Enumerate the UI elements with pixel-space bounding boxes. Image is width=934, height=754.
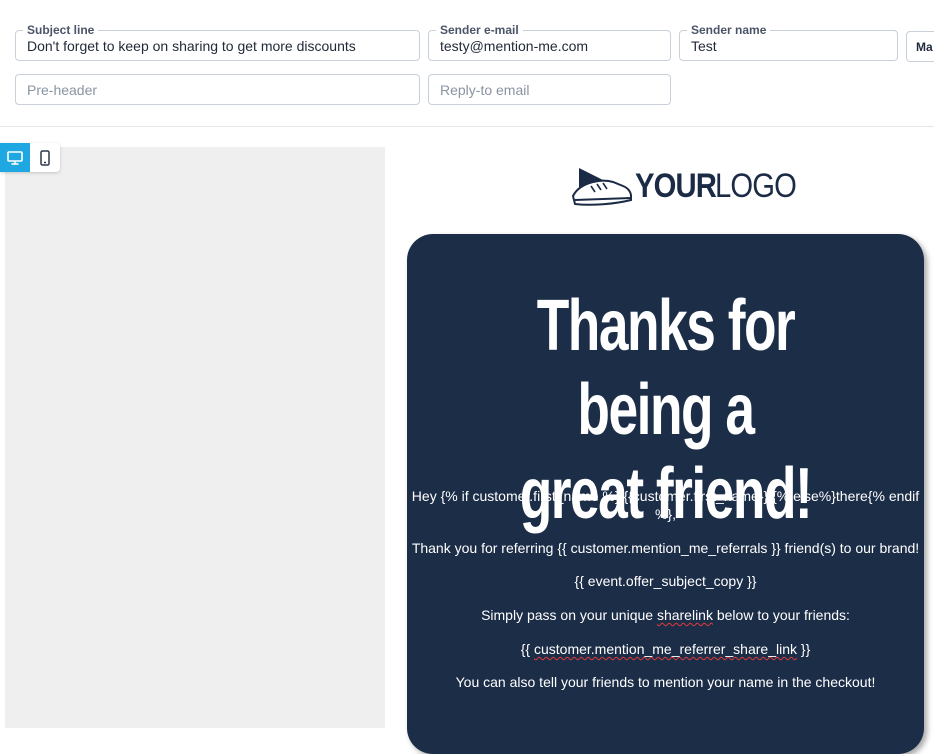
referral-line: Thank you for referring {{ customer.ment… (411, 540, 920, 556)
offer-line: {{ event.offer_subject_copy }} (574, 573, 757, 589)
brand-logo: YOUR LOGO (571, 160, 809, 212)
share-word: sharelink (656, 607, 713, 623)
desktop-view-button[interactable] (0, 143, 30, 172)
preheader-field[interactable]: Pre-header (15, 74, 420, 105)
sender-name-value[interactable]: Test (691, 38, 717, 54)
device-toggle (0, 143, 60, 172)
sender-email-label: Sender e-mail (436, 23, 523, 37)
checkout-line: You can also tell your friends to mentio… (455, 674, 876, 690)
logo-text-bold: YOUR (635, 166, 717, 205)
editor-canvas-panel (5, 147, 385, 728)
desktop-icon (7, 150, 23, 165)
link-word: customer.mention_me_referrer_share_link (533, 641, 797, 657)
sender-email-value[interactable]: testy@mention-me.com (440, 38, 588, 54)
headline-line-1: Thanks for being a (536, 286, 796, 450)
side-dropdown-button[interactable]: Ma (906, 31, 934, 62)
share-post: below to your friends: (712, 607, 850, 623)
reply-to-email-placeholder: Reply-to email (440, 82, 530, 98)
share-pre: Simply pass on your unique (481, 607, 657, 623)
sneaker-icon (571, 168, 632, 206)
greeting-line-2: %}, (654, 506, 676, 522)
greeting-line: Hey {% if customer.first_name %} {{custo… (407, 487, 924, 523)
logo-text-light: LOGO (715, 166, 797, 205)
reply-to-email-field[interactable]: Reply-to email (428, 74, 671, 105)
link-open: {{ (520, 641, 534, 657)
sender-email-field[interactable]: Sender e-mail testy@mention-me.com (428, 23, 671, 61)
subject-line-field[interactable]: Subject line Don't forget to keep on sha… (15, 23, 420, 61)
subject-line-label: Subject line (23, 23, 99, 37)
preheader-placeholder: Pre-header (27, 82, 98, 98)
subject-line-value[interactable]: Don't forget to keep on sharing to get m… (27, 38, 356, 54)
email-content-card[interactable]: Thanks for being a great friend! Hey {% … (407, 234, 924, 754)
sender-name-field[interactable]: Sender name Test (679, 23, 898, 61)
sharelink-instruction: Simply pass on your unique sharelink bel… (407, 606, 924, 624)
section-divider (0, 126, 934, 127)
link-close: }} (797, 641, 811, 657)
mobile-icon (40, 149, 50, 166)
share-link-token: {{ customer.mention_me_referrer_share_li… (407, 640, 924, 658)
mobile-view-button[interactable] (30, 143, 60, 172)
greeting-line-1: Hey {% if customer.first_name %} {{custo… (411, 488, 920, 504)
sender-name-label: Sender name (687, 23, 771, 37)
